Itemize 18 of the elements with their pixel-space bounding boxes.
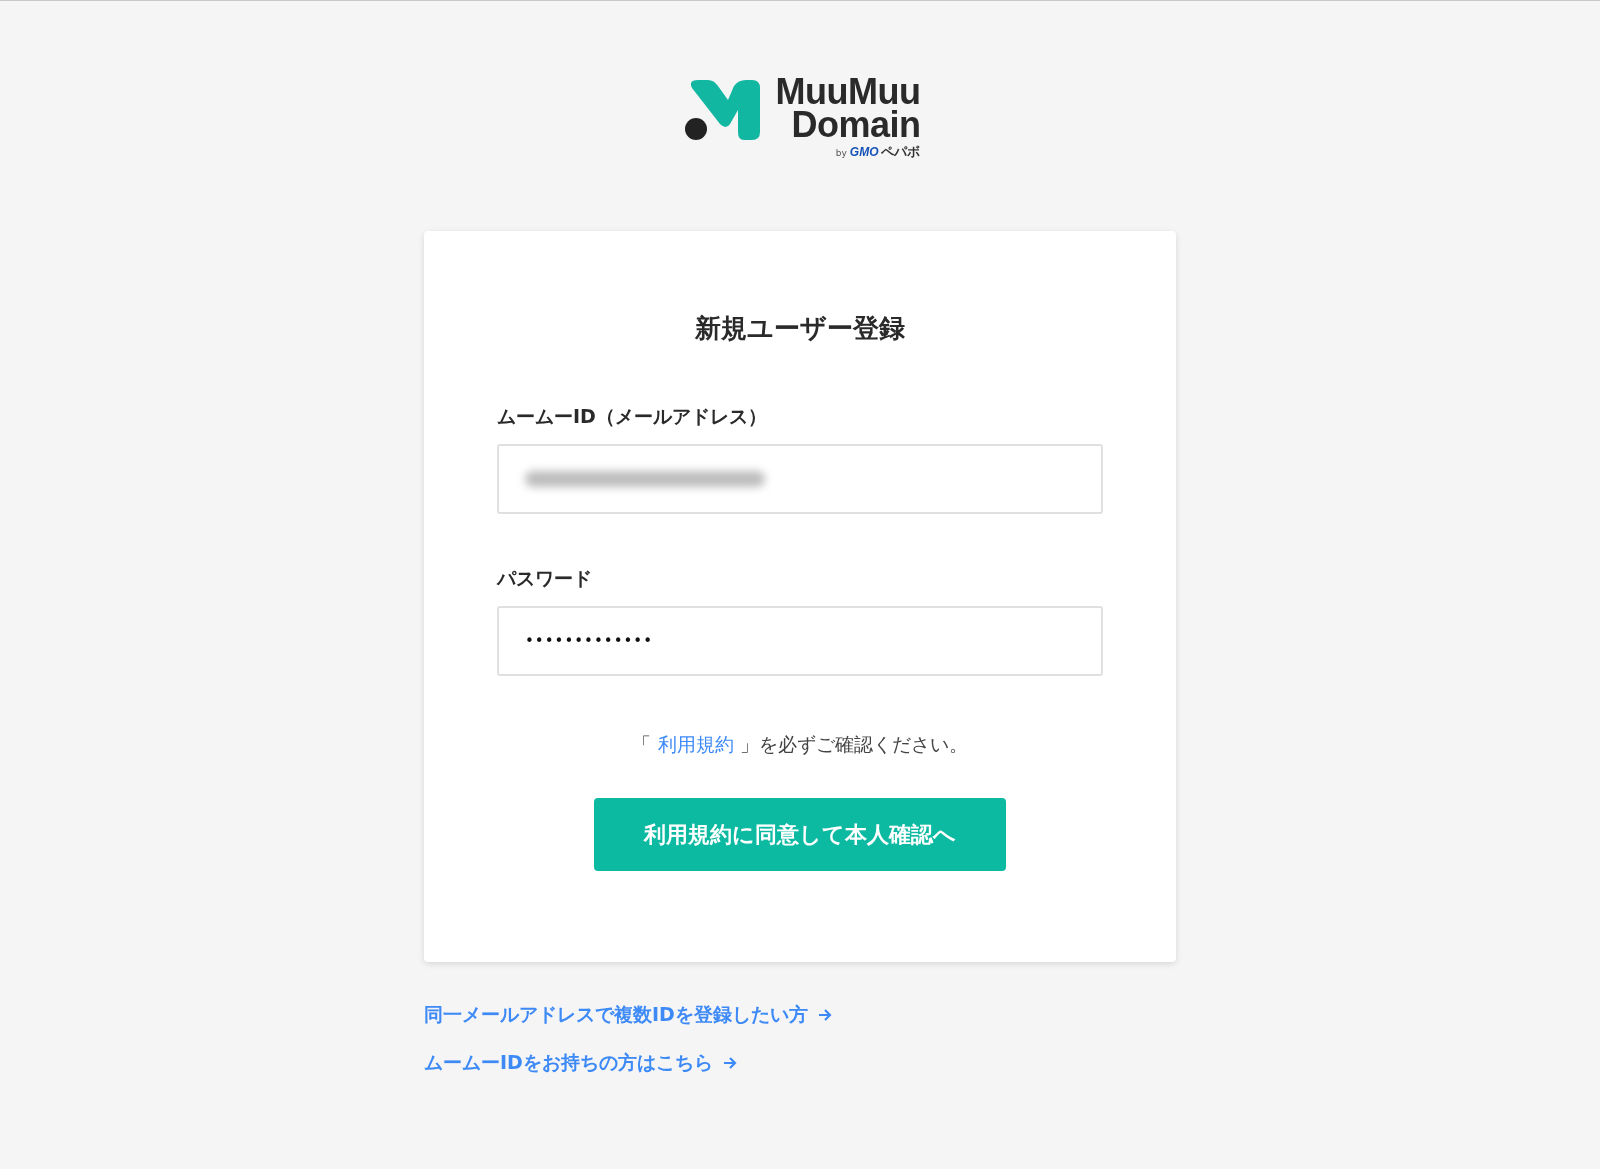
link[interactable]: 同一メールアドレスで複数IDを登録したい方 [424, 1002, 832, 1028]
logo-text: Domain [791, 108, 921, 141]
field-label: パスワード [497, 566, 593, 591]
arrow-right-icon [817, 1008, 832, 1022]
redacted-value-icon [525, 471, 765, 487]
link[interactable]: ムームーIDをお持ちの方はこちら [424, 1050, 737, 1076]
by-text: by [835, 148, 847, 158]
company-logo-text: GMO [849, 145, 879, 159]
form-title: 新規ユーザー登録 [694, 312, 906, 345]
submit-button[interactable]: 利用規約に同意して本人確認へ [594, 798, 1006, 871]
logo-text: MuuMuu [775, 75, 921, 108]
email-field[interactable] [497, 444, 1103, 514]
arrow-right-icon [722, 1056, 737, 1070]
field-label: ムームーID（メールアドレス） [497, 404, 768, 429]
terms-notice: 「 利用規約 」を必ずご確認ください。 [631, 732, 969, 757]
company-logo-text: ペパボ [881, 143, 921, 161]
password-field[interactable]: ••••••••••••• [497, 606, 1103, 676]
terms-link[interactable]: 利用規約 [657, 733, 734, 755]
